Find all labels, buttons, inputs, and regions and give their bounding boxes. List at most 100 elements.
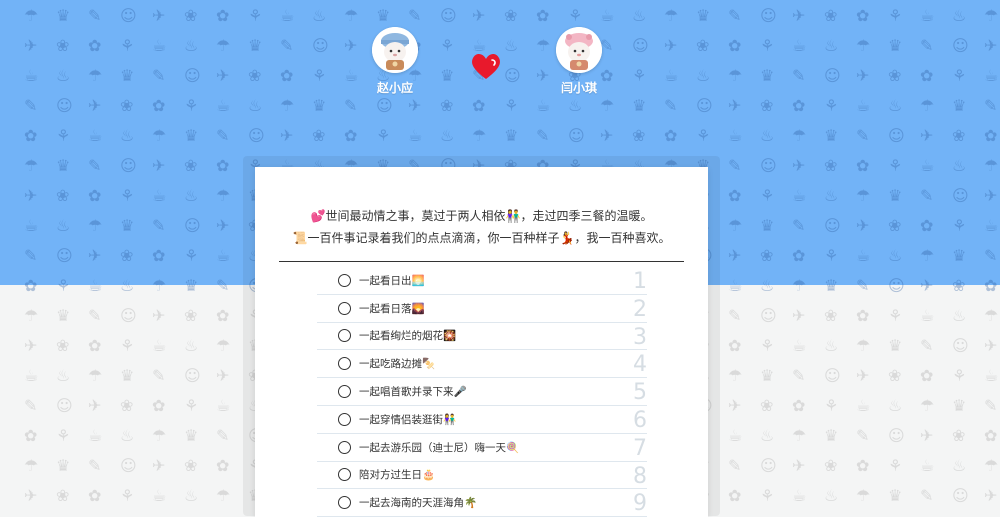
pattern-doodle-icon: ☕ [88, 426, 103, 445]
pattern-doodle-icon: ♨ [56, 366, 71, 385]
pattern-doodle-icon: ☕ [792, 336, 807, 355]
pattern-doodle-icon: ♨ [184, 336, 199, 355]
radio-button[interactable] [338, 273, 351, 287]
pattern-doodle-icon: ⚘ [120, 486, 135, 505]
radio-button[interactable] [338, 301, 351, 315]
radio-button[interactable] [338, 496, 351, 510]
pattern-doodle-icon: ☂ [88, 366, 103, 385]
list-item[interactable]: 一起吃路边摊🍢 4 [317, 350, 647, 379]
pattern-doodle-icon: ✎ [88, 456, 102, 475]
pattern-doodle-icon: ☕ [984, 366, 999, 385]
pattern-doodle-icon: ✎ [152, 366, 166, 385]
pattern-doodle-icon: ✎ [24, 396, 38, 415]
pattern-doodle-icon: ☂ [728, 366, 743, 385]
intro-line-2: 📜一百件事记录着我们的点点滴滴，你一百种样子💃，我一百种喜欢。 [255, 227, 708, 249]
pattern-doodle-icon: ⚘ [760, 486, 775, 505]
pattern-doodle-icon: ♛ [56, 306, 71, 325]
pattern-doodle-icon: ☂ [856, 336, 871, 355]
item-number: 4 [633, 352, 647, 378]
list-item[interactable]: 一起去海南的天涯海角🌴 9 [317, 489, 647, 517]
pattern-doodle-icon: ❀ [184, 306, 198, 325]
pattern-doodle-icon: ✎ [856, 426, 870, 445]
list-item[interactable]: 一起穿情侣装逛街👫 6 [317, 406, 647, 434]
pattern-doodle-icon: ☺ [952, 486, 969, 505]
pattern-doodle-icon: ☺ [120, 456, 137, 475]
radio-button[interactable] [338, 440, 351, 454]
pattern-doodle-icon: ⚘ [824, 396, 839, 415]
pattern-doodle-icon: ☕ [216, 396, 231, 415]
intro-line-2-tail: ，我一百种喜欢。 [574, 231, 671, 245]
couple-icon: 👫 [505, 209, 521, 223]
radio-button[interactable] [338, 329, 351, 343]
item-text: 一起吃路边摊🍢 [359, 358, 436, 371]
pattern-doodle-icon: ❀ [824, 306, 838, 325]
dancer-icon: 💃 [559, 231, 575, 245]
pattern-doodle-icon: ✈ [728, 396, 742, 415]
pattern-doodle-icon: ✿ [152, 396, 166, 415]
intro-line-1: 💕世间最动情之事，莫过于两人相依👫，走过四季三餐的温暖。 [255, 205, 708, 227]
pattern-doodle-icon: ♨ [824, 336, 839, 355]
pattern-doodle-icon: ☂ [792, 426, 807, 445]
pattern-doodle-icon: ☂ [856, 486, 871, 505]
item-text: 一起去海南的天涯海角🌴 [359, 497, 478, 510]
pattern-doodle-icon: ☕ [920, 306, 935, 325]
list-item[interactable]: 一起去游乐园（迪士尼）嗨一天🍭 7 [317, 434, 647, 462]
todo-list: 一起看日出🌅 1 一起看日落🌄 2 一起看绚烂的烟花🎇 3 一起吃路边摊🍢 4 一起唱首… [317, 267, 647, 517]
radio-button[interactable] [338, 468, 351, 482]
pattern-doodle-icon: ❀ [824, 456, 838, 475]
pattern-doodle-icon: ✿ [792, 396, 806, 415]
pattern-doodle-icon: ✈ [24, 486, 38, 505]
item-number: 6 [633, 407, 647, 433]
pattern-doodle-icon: ☕ [792, 486, 807, 505]
pattern-doodle-icon: ✎ [920, 336, 934, 355]
pattern-doodle-icon: ✈ [216, 366, 230, 385]
list-item[interactable]: 一起看绚烂的烟花🎇 3 [317, 323, 647, 351]
pattern-doodle-icon: ☂ [216, 486, 231, 505]
list-item[interactable]: 一起看日出🌅 1 [317, 267, 647, 295]
item-text: 一起唱首歌并录下来🎤 [359, 386, 467, 399]
pattern-doodle-icon: ⚘ [184, 396, 199, 415]
pattern-doodle-icon: ☺ [120, 306, 137, 325]
pattern-doodle-icon: ✎ [728, 306, 742, 325]
boy-bear-avatar-icon[interactable] [372, 27, 418, 73]
pattern-doodle-icon: ♛ [56, 456, 71, 475]
pattern-doodle-icon: ♨ [952, 456, 967, 475]
pattern-doodle-icon: ♨ [184, 486, 199, 505]
pattern-doodle-icon: ✈ [920, 426, 934, 445]
item-number: 3 [633, 324, 647, 350]
pattern-doodle-icon: ❀ [120, 396, 134, 415]
pattern-doodle-icon: ✎ [728, 456, 742, 475]
pattern-doodle-icon: ❀ [888, 366, 902, 385]
pattern-doodle-icon: ⚘ [120, 336, 135, 355]
pattern-doodle-icon: ☺ [56, 396, 73, 415]
pattern-doodle-icon: ♛ [888, 486, 903, 505]
left-partner-name: 赵小应 [376, 81, 413, 95]
radio-button[interactable] [338, 357, 351, 371]
pattern-doodle-icon: ✿ [984, 426, 998, 445]
pattern-doodle-icon: ☺ [952, 336, 969, 355]
radio-button[interactable] [338, 412, 351, 426]
item-text: 一起去游乐园（迪士尼）嗨一天🍭 [359, 441, 520, 454]
pattern-doodle-icon: ☕ [152, 336, 167, 355]
pattern-doodle-icon: ❀ [56, 486, 70, 505]
pattern-doodle-icon: ✈ [984, 336, 998, 355]
list-item[interactable]: 陪对方过生日🎂 8 [317, 462, 647, 490]
radio-button[interactable] [338, 385, 351, 399]
pattern-doodle-icon: ✿ [728, 336, 742, 355]
intro-line-1-text: 世间最动情之事，莫过于两人相依 [325, 209, 506, 223]
list-item[interactable]: 一起唱首歌并录下来🎤 5 [317, 378, 647, 406]
girl-bear-avatar-icon[interactable] [556, 27, 602, 73]
pattern-doodle-icon: ☂ [984, 306, 999, 325]
pattern-doodle-icon: ♛ [120, 366, 135, 385]
item-text: 一起穿情侣装逛街👫 [359, 413, 457, 426]
item-text: 一起看绚烂的烟花🎇 [359, 330, 457, 343]
pattern-doodle-icon: ☂ [24, 306, 39, 325]
pattern-doodle-icon: ✿ [216, 306, 230, 325]
list-item[interactable]: 一起看日落🌄 2 [317, 295, 647, 323]
pattern-doodle-icon: ⚘ [888, 456, 903, 475]
item-number: 7 [633, 435, 647, 461]
pattern-doodle-icon: ❀ [760, 396, 774, 415]
pattern-doodle-icon: ✈ [856, 366, 870, 385]
pattern-doodle-icon: ✎ [920, 486, 934, 505]
heart-icon [472, 53, 500, 79]
